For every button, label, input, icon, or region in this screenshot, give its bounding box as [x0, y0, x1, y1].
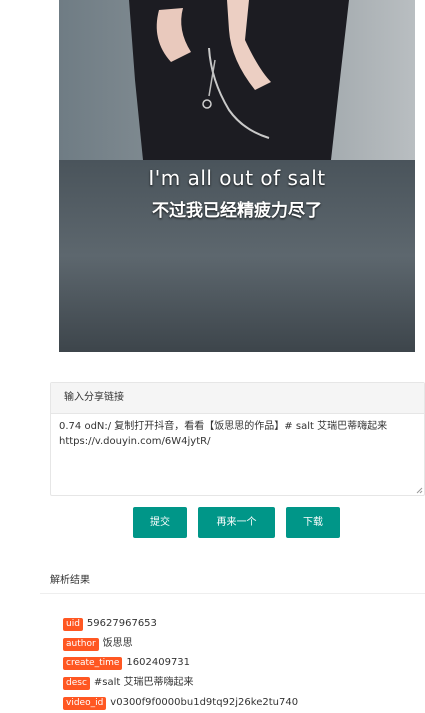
results-divider	[40, 593, 425, 594]
share-link-panel-header: 输入分享链接	[51, 383, 424, 414]
result-key-badge: create_time	[63, 656, 123, 670]
result-key-badge: author	[63, 637, 99, 651]
result-key-badge: desc	[63, 676, 90, 690]
result-row-uid: uid 59627967653	[63, 617, 157, 631]
result-row-desc: desc #salt 艾瑞巴蒂嗨起来	[63, 676, 194, 690]
again-button[interactable]: 再来一个	[198, 507, 275, 538]
result-key-badge: uid	[63, 617, 83, 631]
resize-grip-icon[interactable]	[416, 487, 423, 494]
result-value: #salt 艾瑞巴蒂嗨起来	[93, 677, 194, 688]
result-row-video-id: video_id v0300f9f0000bu1d9tq92j26ke2tu740	[63, 696, 298, 710]
share-link-input[interactable]: 0.74 odN:/ 复制打开抖音，看看【饭思思的作品】# salt 艾瑞巴蒂嗨…	[51, 414, 424, 495]
share-link-panel: 输入分享链接 0.74 odN:/ 复制打开抖音，看看【饭思思的作品】# sal…	[50, 382, 425, 496]
video-preview[interactable]: I'm all out of salt 不过我已经精疲力尽了	[59, 0, 415, 352]
result-row-create-time: create_time 1602409731	[63, 656, 190, 670]
result-key-badge: video_id	[63, 696, 107, 710]
result-value: v0300f9f0000bu1d9tq92j26ke2tu740	[110, 697, 299, 708]
download-button[interactable]: 下载	[286, 507, 340, 538]
result-value: 1602409731	[126, 657, 191, 668]
video-subtitle-english: I'm all out of salt	[148, 166, 326, 190]
result-value: 59627967653	[86, 618, 157, 629]
submit-button[interactable]: 提交	[133, 507, 187, 538]
result-row-author: author 饭思思	[63, 637, 133, 651]
results-title: 解析结果	[50, 575, 90, 586]
result-value: 饭思思	[102, 638, 133, 649]
video-subtitle-chinese: 不过我已经精疲力尽了	[152, 201, 322, 221]
